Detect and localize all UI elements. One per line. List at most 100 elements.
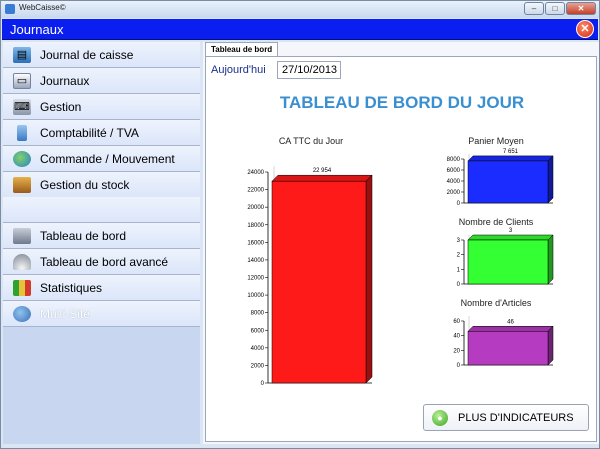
y-tick-label: 8000 bbox=[447, 157, 461, 163]
bar bbox=[467, 331, 549, 366]
y-tick-label: 2 bbox=[457, 253, 461, 259]
data-label: 7 651 bbox=[503, 149, 519, 155]
sidebar-item-label: Statistiques bbox=[40, 280, 103, 295]
bar bbox=[467, 160, 549, 204]
sidebar-item-commande-mouvement[interactable]: Commande / Mouvement bbox=[3, 146, 200, 172]
y-tick-label: 6000 bbox=[251, 328, 265, 334]
gauge-icon bbox=[13, 253, 31, 270]
order-movement-icon bbox=[13, 150, 31, 167]
chart-title-articles: Nombre d'Articles bbox=[460, 298, 532, 308]
y-tick-label: 22000 bbox=[247, 188, 264, 194]
y-tick-label: 1 bbox=[457, 267, 461, 273]
sidebar-item-statistiques[interactable]: Statistiques bbox=[3, 275, 200, 301]
window-controls: – □ ✕ bbox=[524, 2, 596, 15]
bar-top-face bbox=[467, 155, 554, 162]
sidebar-item-tableau-de-bord[interactable]: Tableau de bord bbox=[3, 223, 200, 249]
module-title: Journaux bbox=[10, 22, 64, 37]
bar-top-face bbox=[467, 326, 554, 332]
sidebar-empty-area bbox=[3, 327, 200, 444]
bar bbox=[467, 239, 549, 285]
y-tick-label: 0 bbox=[261, 381, 265, 387]
sidebar-item-label: Gestion du stock bbox=[40, 177, 130, 192]
y-tick-label: 2000 bbox=[447, 190, 461, 196]
dashboard-icon bbox=[13, 227, 31, 244]
y-tick-label: 60 bbox=[453, 319, 460, 325]
bar bbox=[271, 180, 367, 384]
date-field[interactable]: 27/10/2013 bbox=[277, 61, 341, 79]
tab-tableau-de-bord[interactable]: Tableau de bord bbox=[205, 42, 279, 57]
y-tick-label: 3 bbox=[457, 238, 461, 244]
sidebar-item-label: Journaux bbox=[40, 73, 90, 88]
y-tick-label: 4000 bbox=[447, 179, 461, 185]
sidebar-item-label: Multi-Site bbox=[40, 306, 91, 321]
date-label: Aujourd'hui bbox=[211, 64, 266, 76]
dashboard-panel: Aujourd'hui 27/10/2013 TABLEAU DE BORD D… bbox=[205, 56, 597, 442]
data-label: 22 954 bbox=[313, 168, 332, 174]
y-tick-label: 18000 bbox=[247, 223, 264, 229]
statistics-icon bbox=[13, 279, 31, 296]
sidebar-item-label: Tableau de bord avancé bbox=[40, 254, 169, 269]
chart-nombre-articles: 0 20 40 60 46 bbox=[453, 316, 554, 369]
module-close-icon[interactable]: ✕ bbox=[576, 20, 594, 38]
sidebar-item-journal-de-caisse[interactable]: ▤ Journal de caisse bbox=[3, 42, 200, 68]
sidebar-spacer bbox=[3, 197, 200, 223]
app-icon bbox=[5, 4, 15, 14]
sidebar-item-tableau-de-bord-avance[interactable]: Tableau de bord avancé bbox=[3, 249, 200, 275]
sidebar-item-gestion-du-stock[interactable]: Gestion du stock bbox=[3, 172, 200, 198]
app-window: WebCaisse© – □ ✕ Journaux ✕ ▤ Journal de… bbox=[0, 0, 600, 449]
y-tick-label: 0 bbox=[457, 282, 461, 288]
journals-icon: ▭ bbox=[13, 72, 31, 89]
y-tick-label: 16000 bbox=[247, 240, 264, 246]
y-tick-label: 40 bbox=[453, 334, 460, 340]
sidebar-item-label: Comptabilité / TVA bbox=[40, 125, 139, 140]
y-tick-label: 12000 bbox=[247, 276, 264, 282]
stock-icon bbox=[13, 176, 31, 193]
chart-title-clients: Nombre de Clients bbox=[458, 217, 534, 227]
y-tick-label: 0 bbox=[457, 201, 461, 207]
y-tick-label: 10000 bbox=[247, 293, 264, 299]
maximize-button[interactable]: □ bbox=[545, 2, 565, 15]
y-tick-label: 8000 bbox=[251, 311, 265, 317]
chart-title-panier: Panier Moyen bbox=[468, 136, 524, 146]
y-tick-label: 0 bbox=[457, 363, 461, 369]
bar-top-face bbox=[271, 174, 373, 182]
accounting-icon bbox=[17, 124, 27, 141]
bar-side-face bbox=[547, 155, 554, 204]
y-tick-label: 20 bbox=[453, 348, 460, 354]
chart-title-ca: CA TTC du Jour bbox=[278, 136, 344, 146]
window-titlebar[interactable]: WebCaisse© – □ ✕ bbox=[1, 1, 599, 18]
bar-side-face bbox=[547, 234, 554, 285]
chart-nombre-clients: 0 1 2 3 3 bbox=[457, 228, 554, 288]
data-label: 46 bbox=[507, 319, 514, 325]
page-title: TABLEAU DE BORD DU JOUR bbox=[279, 93, 525, 112]
data-label: 3 bbox=[509, 228, 513, 234]
minimize-button[interactable]: – bbox=[524, 2, 544, 15]
chart-panier-moyen: 0 2000 4000 6000 8000 7 651 bbox=[447, 149, 554, 207]
y-tick-label: 20000 bbox=[247, 205, 264, 211]
management-icon: ⌨ bbox=[13, 98, 31, 115]
bar-side-face bbox=[547, 325, 554, 366]
window-close-button[interactable]: ✕ bbox=[566, 2, 596, 15]
cash-journal-icon: ▤ bbox=[13, 46, 31, 63]
bar-top-face bbox=[467, 234, 554, 241]
y-tick-label: 14000 bbox=[247, 258, 264, 264]
multi-site-icon bbox=[13, 305, 31, 322]
more-indicators-label: PLUS D'INDICATEURS bbox=[458, 411, 574, 424]
chart-ca-ttc: 0 2000 4000 6000 8000 10000 12000 14000 16000 180… bbox=[247, 166, 373, 387]
sidebar-item-label: Gestion bbox=[40, 99, 82, 114]
plus-indicators-icon: ● bbox=[432, 409, 448, 426]
sidebar-item-comptabilite-tva[interactable]: Comptabilité / TVA bbox=[3, 120, 200, 146]
sidebar-item-multi-site: Multi-Site bbox=[3, 301, 200, 327]
sidebar-item-label: Tableau de bord bbox=[40, 228, 127, 243]
more-indicators-button[interactable]: ● PLUS D'INDICATEURS bbox=[423, 404, 589, 431]
sidebar-item-journaux[interactable]: ▭ Journaux bbox=[3, 68, 200, 94]
module-header: Journaux ✕ bbox=[2, 19, 598, 40]
sidebar-item-label: Commande / Mouvement bbox=[40, 151, 175, 166]
y-tick-label: 2000 bbox=[251, 363, 265, 369]
bar-side-face bbox=[365, 174, 373, 384]
sidebar-item-gestion[interactable]: ⌨ Gestion bbox=[3, 94, 200, 120]
main-content: Tableau de bord Aujourd'hui 27/10/2013 T… bbox=[203, 42, 599, 444]
y-tick-label: 4000 bbox=[251, 346, 265, 352]
window-title: WebCaisse© bbox=[19, 3, 66, 12]
y-tick-label: 6000 bbox=[447, 168, 461, 174]
